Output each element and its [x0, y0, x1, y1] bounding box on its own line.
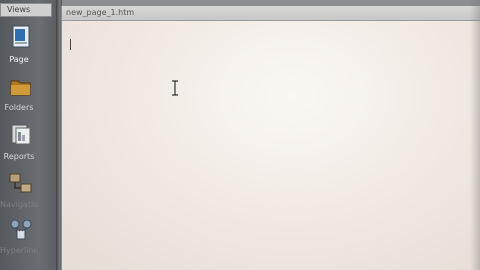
views-item-label: Navigation: [0, 200, 38, 209]
hyperlinks-icon: [10, 219, 32, 240]
page-view-icon: [12, 25, 30, 48]
views-item-label: Page: [9, 55, 29, 64]
folders-icon: [10, 80, 31, 96]
screen-edge-shade: [470, 0, 480, 270]
views-item-label: Hyperlinks: [0, 246, 38, 255]
page-editor: new_page_1.htm: [61, 6, 480, 270]
document-tab-title: new_page_1.htm: [66, 8, 135, 17]
views-item-label: Folders: [4, 103, 34, 112]
views-item-reports[interactable]: Reports: [0, 121, 56, 165]
views-item-label: Reports: [3, 152, 35, 161]
views-bar-title: Views: [7, 5, 31, 14]
views-item-hyperlinks[interactable]: Hyperlinks: [0, 216, 56, 260]
text-caret: [70, 39, 71, 50]
views-bar-header: Views: [0, 3, 52, 17]
views-item-page[interactable]: Page: [0, 24, 56, 68]
reports-icon: [11, 124, 31, 145]
text-cursor-icon: [172, 80, 178, 96]
views-item-folders[interactable]: Folders: [0, 74, 56, 118]
navigation-icon: [9, 173, 32, 193]
document-tab[interactable]: new_page_1.htm: [62, 6, 480, 21]
views-item-navigation[interactable]: Navigation: [0, 170, 56, 214]
views-bar: Views Page Folders Reports Navigatio Hyp…: [0, 0, 56, 270]
editing-area[interactable]: [62, 21, 480, 270]
